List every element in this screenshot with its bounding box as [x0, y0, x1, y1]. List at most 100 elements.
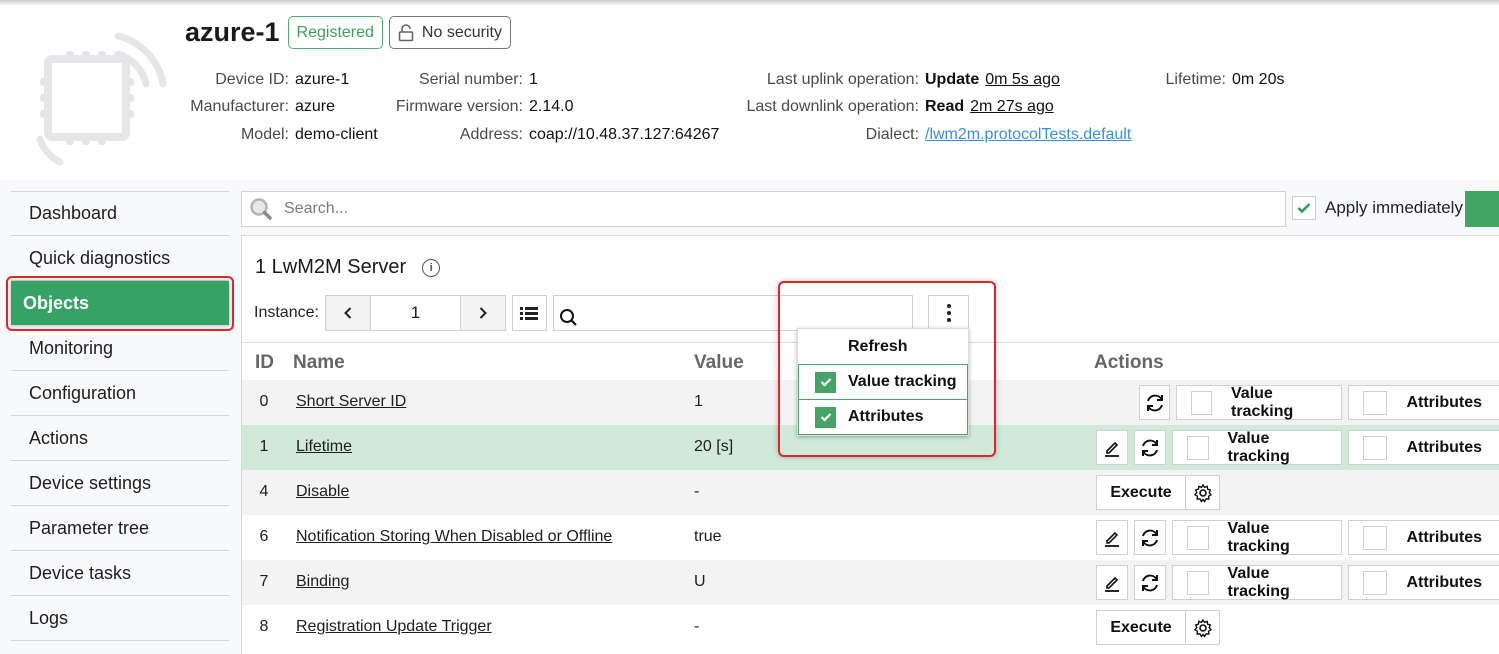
- kebab-dot: [946, 304, 951, 308]
- edit-button[interactable]: [1096, 520, 1128, 555]
- column-header-name: Name: [293, 352, 345, 373]
- sidebar-item-device-tasks[interactable]: Device tasks: [11, 551, 229, 596]
- sidebar-item-configuration[interactable]: Configuration: [11, 371, 229, 416]
- execute-button[interactable]: Execute: [1096, 610, 1185, 645]
- more-options-button[interactable]: [928, 295, 969, 331]
- info-icon[interactable]: i: [422, 258, 441, 277]
- sidebar-item-parameter-tree[interactable]: Parameter tree: [11, 506, 229, 551]
- downlink-label: Last downlink operation:: [746, 98, 919, 115]
- value-tracking-toggle[interactable]: Value tracking: [1171, 565, 1343, 600]
- execute-settings-button[interactable]: [1185, 610, 1220, 645]
- table-row: 7 Binding U Value tracking Attributes: [242, 560, 1499, 605]
- dialect-link[interactable]: /lwm2m.protocolTests.default: [925, 126, 1131, 144]
- sidebar-item-device-settings[interactable]: Device settings: [11, 461, 229, 506]
- attributes-toggle[interactable]: Attributes: [1348, 565, 1499, 600]
- object-panel: 1 LwM2M Server i Instance: 1 ID Name Val…: [241, 235, 1499, 654]
- sidebar-nav: Dashboard Quick diagnostics Objects Moni…: [6, 191, 234, 641]
- prev-instance-button[interactable]: [325, 296, 370, 330]
- object-title: 1 LwM2M Server: [255, 256, 407, 278]
- value-tracking-checkbox[interactable]: [1186, 435, 1209, 460]
- sidebar-item-dashboard[interactable]: Dashboard: [11, 191, 229, 236]
- next-instance-button[interactable]: [460, 296, 505, 330]
- firmware-value: 2.14.0: [529, 98, 574, 115]
- top-shadow: [0, 0, 1499, 6]
- apply-immediately-checkbox[interactable]: [1292, 196, 1316, 220]
- value-tracking-toggle[interactable]: Value tracking: [1171, 520, 1343, 555]
- resource-id: 1: [259, 438, 269, 455]
- read-button[interactable]: [1133, 565, 1166, 600]
- resource-id: 8: [259, 618, 269, 635]
- table-row: 4 Disable - Execute: [242, 470, 1499, 515]
- edit-button[interactable]: [1096, 430, 1128, 465]
- sidebar-item-actions[interactable]: Actions: [11, 416, 229, 461]
- refresh-icon: [1141, 439, 1158, 456]
- attributes-checkbox[interactable]: [1363, 525, 1388, 550]
- refresh-icon: [1141, 574, 1158, 591]
- edit-button[interactable]: [1096, 565, 1128, 600]
- resource-id: 6: [259, 528, 269, 545]
- read-button[interactable]: [1133, 430, 1166, 465]
- lifetime-value: 0m 20s: [1232, 71, 1285, 88]
- resource-value: true: [694, 528, 722, 545]
- read-button[interactable]: [1133, 520, 1166, 555]
- device-id-value: azure-1: [295, 71, 350, 88]
- resource-id: 7: [259, 573, 269, 590]
- resource-name-link[interactable]: Binding: [296, 573, 349, 591]
- attributes-checkbox[interactable]: [1363, 390, 1388, 415]
- resource-filter-input[interactable]: [552, 295, 913, 331]
- sidebar-item-quick-diagnostics[interactable]: Quick diagnostics: [11, 236, 229, 281]
- value-tracking-checkbox[interactable]: [1186, 525, 1209, 550]
- uplink-label: Last uplink operation:: [766, 71, 919, 88]
- value-tracking-checkbox[interactable]: [1191, 390, 1212, 415]
- value-tracking-checkbox[interactable]: [1186, 570, 1209, 595]
- search-icon: [250, 198, 272, 220]
- apply-button[interactable]: [1465, 191, 1499, 227]
- value-tracking-label: Value tracking: [1227, 429, 1290, 465]
- menu-item-refresh[interactable]: Refresh: [798, 329, 968, 365]
- execute-settings-button[interactable]: [1185, 475, 1220, 510]
- attributes-toggle[interactable]: Attributes: [1348, 385, 1499, 420]
- downlink-operation: Read: [925, 98, 965, 115]
- value-tracking-toggle[interactable]: Value tracking: [1176, 385, 1343, 420]
- menu-attributes-label: Attributes: [848, 408, 924, 425]
- apply-immediately-label: Apply immediately: [1325, 198, 1463, 217]
- apply-immediately-toggle[interactable]: Apply immediately: [1292, 196, 1463, 220]
- attributes-toggle[interactable]: Attributes: [1348, 430, 1499, 465]
- resource-value: -: [694, 483, 700, 500]
- resource-value: 1: [694, 393, 703, 410]
- resource-name-link[interactable]: Disable: [296, 483, 349, 501]
- table-row: 8 Registration Update Trigger - Execute: [242, 605, 1499, 650]
- lifetime-label: Lifetime:: [1165, 71, 1226, 88]
- sidebar-item-logs[interactable]: Logs: [11, 596, 229, 641]
- attributes-label: Attributes: [1406, 528, 1482, 546]
- uplink-operation: Update: [925, 71, 980, 88]
- resource-name-link[interactable]: Short Server ID: [296, 393, 406, 411]
- read-button[interactable]: [1139, 385, 1171, 420]
- column-header-actions: Actions: [1094, 352, 1164, 373]
- sidebar-item-objects[interactable]: Objects: [6, 276, 234, 331]
- instance-value[interactable]: 1: [369, 296, 461, 330]
- resource-name-link[interactable]: Notification Storing When Disabled or Of…: [296, 528, 612, 546]
- attributes-checkbox[interactable]: [1363, 435, 1388, 460]
- resource-name-link[interactable]: Registration Update Trigger: [296, 618, 492, 636]
- uplink-time-link[interactable]: 0m 5s ago: [985, 71, 1060, 88]
- attributes-checkbox[interactable]: [1363, 570, 1388, 595]
- value-tracking-toggle[interactable]: Value tracking: [1171, 429, 1343, 465]
- sidebar-item-monitoring[interactable]: Monitoring: [11, 326, 229, 371]
- resource-name-link[interactable]: Lifetime: [296, 438, 352, 456]
- execute-button[interactable]: Execute: [1096, 475, 1185, 510]
- menu-item-attributes[interactable]: Attributes: [798, 399, 968, 435]
- menu-value-tracking-label: Value tracking: [848, 373, 957, 390]
- pencil-icon: [1104, 576, 1119, 592]
- menu-item-value-tracking[interactable]: Value tracking: [798, 364, 968, 400]
- object-search-bar: [241, 191, 1286, 227]
- instance-list-button[interactable]: [511, 295, 547, 331]
- value-tracking-menu-checkbox[interactable]: [815, 371, 836, 393]
- object-search-input[interactable]: [284, 200, 1184, 218]
- downlink-time-link[interactable]: 2m 27s ago: [970, 98, 1054, 115]
- attributes-toggle[interactable]: Attributes: [1348, 520, 1499, 555]
- gear-icon: [1193, 483, 1212, 503]
- attributes-menu-checkbox[interactable]: [815, 406, 836, 428]
- refresh-icon: [1141, 529, 1158, 546]
- attributes-label: Attributes: [1406, 573, 1482, 591]
